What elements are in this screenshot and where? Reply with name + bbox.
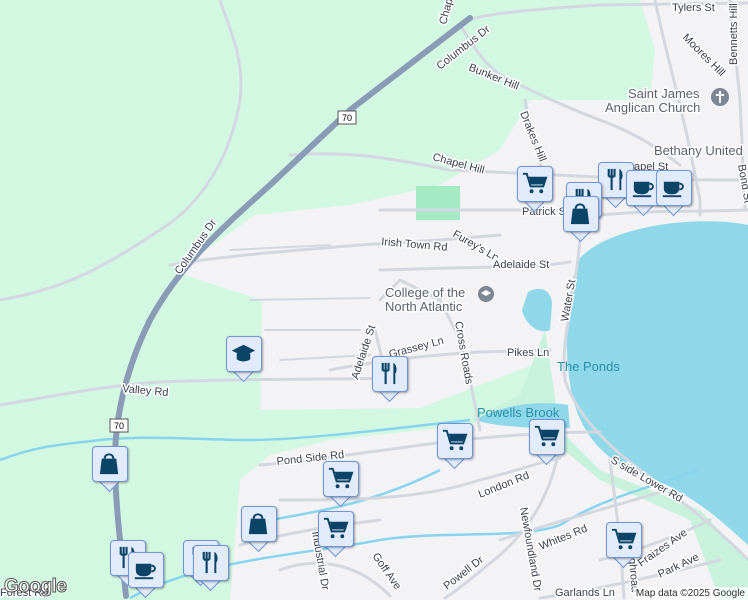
cafe-icon [632, 181, 654, 198]
restaurant-icon [381, 362, 397, 385]
label-tylers-st: Tylers St [672, 2, 715, 14]
grocery-icon [611, 528, 637, 550]
restaurant-marker[interactable] [372, 356, 408, 403]
grocery-marker[interactable] [517, 166, 553, 213]
college-icon [478, 286, 494, 302]
google-logo[interactable]: Google [3, 576, 67, 598]
label-bethany-united: Bethany United [654, 143, 743, 158]
label-church-1: Saint James [628, 86, 700, 101]
grocery-marker[interactable] [529, 419, 565, 466]
label-church-2: Anglican Church [605, 100, 700, 115]
shopping-icon [99, 453, 119, 475]
label-the-ponds: The Ponds [557, 359, 620, 374]
education-icon [231, 344, 256, 362]
label-bennetts-hill: Bennetts Hill [728, 3, 740, 65]
church-icon [711, 88, 729, 106]
grocery-icon [534, 425, 560, 447]
grocery-icon [522, 172, 548, 194]
shopping-marker[interactable] [92, 446, 128, 493]
svg-text:70: 70 [342, 113, 352, 123]
svg-text:70: 70 [114, 421, 124, 431]
map-canvas[interactable]: 70 70 Columbus Dr Columbus Dr Chapel Hil… [0, 0, 748, 600]
restaurant-marker[interactable] [193, 545, 229, 592]
label-powells-brook: Powells Brook [477, 405, 560, 420]
cafe-marker[interactable] [656, 170, 692, 217]
cafe-icon [662, 181, 684, 198]
shopping-marker[interactable] [563, 196, 599, 243]
shopping-icon [570, 203, 590, 225]
grocery-marker[interactable] [606, 522, 642, 569]
label-adelaide-st: Adelaide St [493, 259, 549, 271]
label-garlands-ln: Garlands Ln [555, 587, 615, 599]
grocery-marker[interactable] [318, 511, 354, 558]
grocery-marker[interactable] [437, 423, 473, 470]
shopping-marker[interactable] [241, 506, 277, 553]
grocery-icon [442, 429, 468, 451]
label-pikes-ln: Pikes Ln [507, 347, 549, 359]
label-college-2: North Atlantic [385, 299, 463, 314]
cafe-marker[interactable] [128, 552, 164, 599]
cafe-icon [134, 563, 156, 580]
grocery-icon [323, 517, 349, 539]
sports-field [416, 186, 460, 220]
label-college-1: College of the [385, 285, 465, 300]
grocery-icon [328, 467, 354, 489]
grocery-marker[interactable] [323, 461, 359, 508]
shopping-icon [248, 513, 268, 535]
education-marker[interactable] [226, 336, 262, 383]
restaurant-icon [202, 551, 218, 574]
map-attribution: Map data ©2025 Google [632, 587, 748, 600]
